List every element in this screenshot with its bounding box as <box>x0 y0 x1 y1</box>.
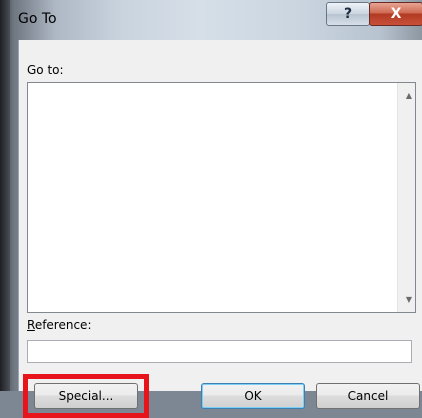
background-window-edge <box>0 0 10 391</box>
scroll-up-icon[interactable]: ▲ <box>406 91 412 100</box>
close-icon: X <box>390 6 402 22</box>
goto-label: Go to: <box>27 63 64 77</box>
dialog-body: Go to: ▲ ▼ Reference: Special... OK Canc… <box>18 40 422 418</box>
highlight-annotation <box>23 374 149 418</box>
reference-label: Reference: <box>27 318 92 332</box>
title-bar[interactable]: Go To ? X <box>8 0 422 40</box>
help-button[interactable]: ? <box>326 2 370 26</box>
ok-button[interactable]: OK <box>201 383 305 409</box>
reference-input[interactable] <box>27 340 412 363</box>
dialog-title: Go To <box>18 11 57 27</box>
goto-listbox[interactable]: ▲ ▼ <box>27 82 416 313</box>
scroll-down-icon[interactable]: ▼ <box>406 295 412 304</box>
close-button[interactable]: X <box>369 2 422 26</box>
listbox-scrollbar[interactable]: ▲ ▼ <box>397 83 415 312</box>
help-icon: ? <box>343 6 353 22</box>
cancel-button[interactable]: Cancel <box>316 383 420 409</box>
